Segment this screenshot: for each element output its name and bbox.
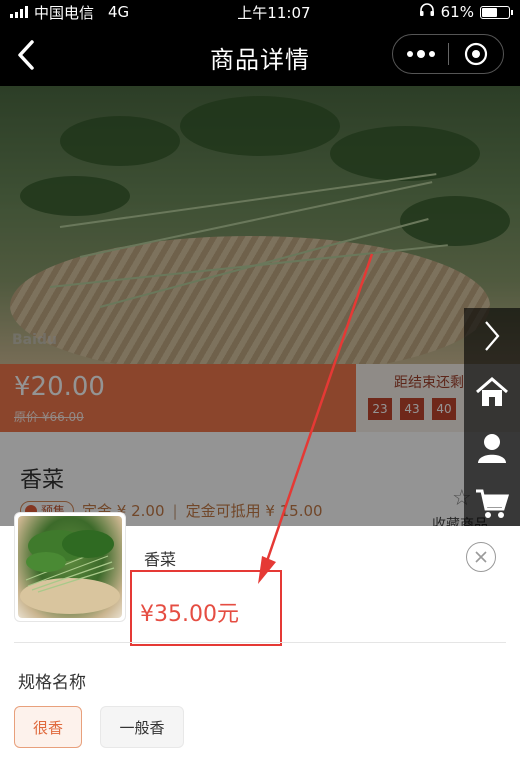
spec-options: 很香 一般香 [14,706,184,748]
spec-title: 规格名称 [18,673,86,693]
sheet-product-name: 香菜 [144,550,177,569]
spec-option-normal-fragrant[interactable]: 一般香 [100,706,184,748]
battery-icon [479,5,513,19]
signal-icon [10,6,28,18]
spec-selection-sheet: 香菜 ¥35.00元 规格名称 很香 一般香 [0,512,520,772]
coriander-image [18,516,122,618]
cart-icon [476,489,509,518]
home-icon [476,377,508,406]
capsule-menu [392,34,504,74]
chevron-right-icon [485,321,500,351]
spec-option-very-fragrant[interactable]: 很香 [14,706,82,748]
target-circle-icon [464,42,488,66]
divider [14,642,506,643]
battery-percent: 61% [440,3,474,21]
sheet-close-button[interactable] [466,542,496,572]
status-bar: 中国电信 4G 上午11:07 61% [0,0,520,24]
carrier-label: 中国电信 [34,3,95,22]
price-highlight-box [130,570,282,646]
cart-button[interactable] [464,476,520,532]
profile-button[interactable] [464,420,520,476]
next-button[interactable] [464,308,520,364]
nav-bar: 商品详情 [0,24,520,86]
clock: 上午11:07 [237,3,311,22]
side-toolbar [464,308,520,534]
headphones-icon [419,3,435,21]
status-right: 61% [419,3,513,21]
status-left: 中国电信 4G [10,2,129,23]
exit-button[interactable] [449,42,503,66]
user-icon [478,434,506,463]
product-thumbnail [14,512,126,622]
more-dots-icon[interactable] [393,50,448,58]
home-button[interactable] [464,364,520,420]
close-circle-icon [475,551,487,563]
network-label: 4G [108,3,130,21]
